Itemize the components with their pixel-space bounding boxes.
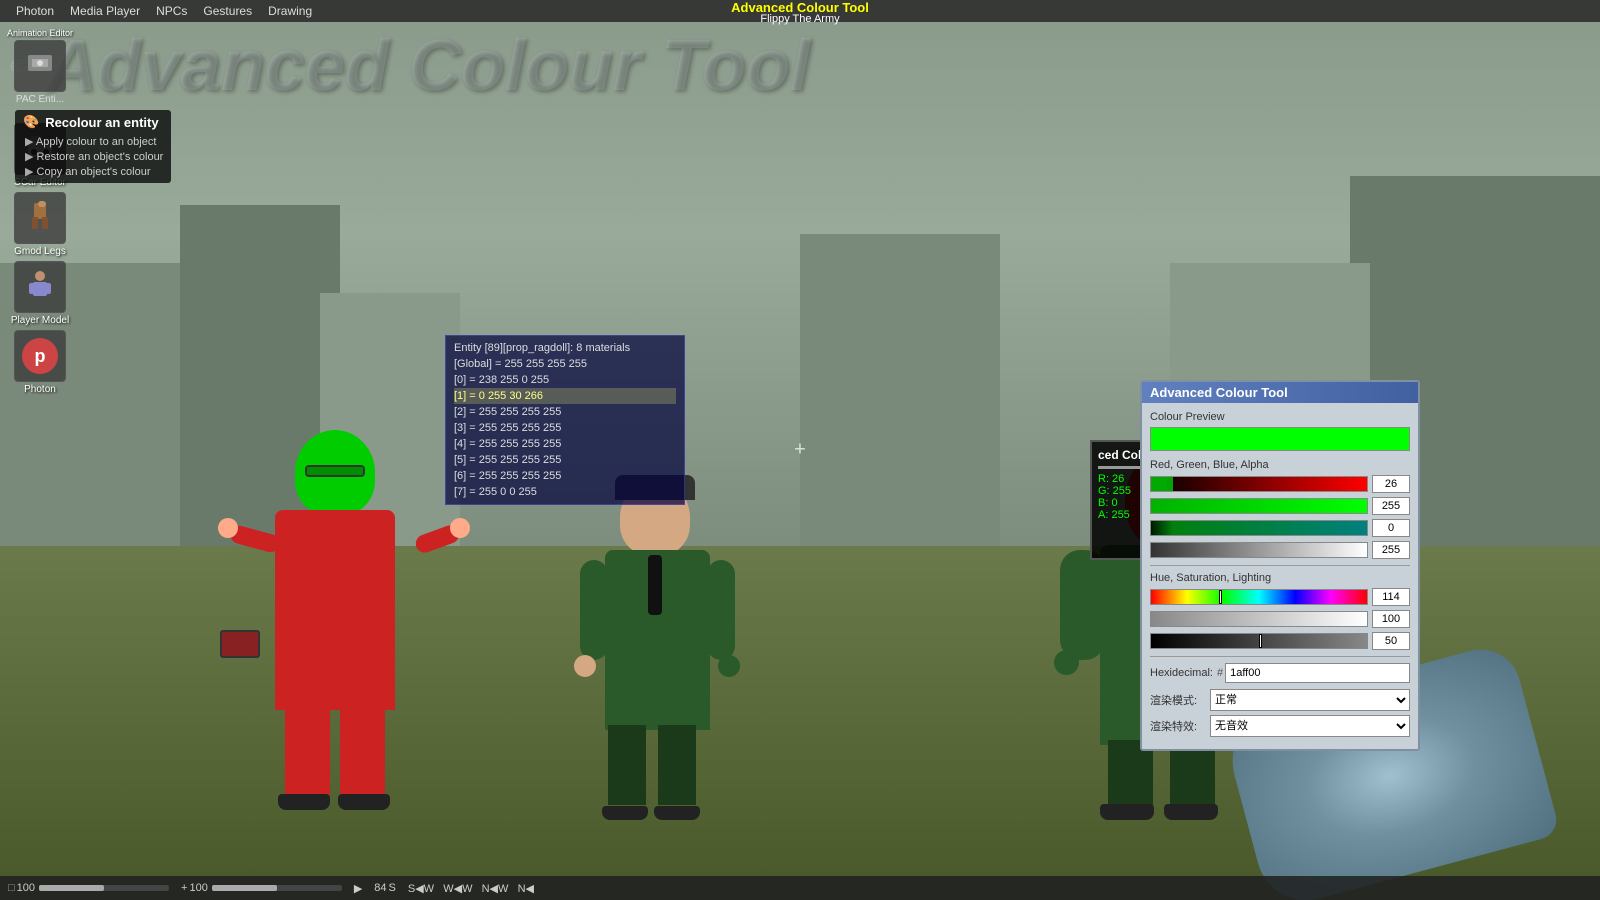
cp-alpha-input[interactable] [1372,541,1410,559]
animation-editor-btn[interactable] [14,40,66,92]
colour-panel: Advanced Colour Tool Colour Preview Red,… [1140,380,1420,751]
menu-drawing[interactable]: Drawing [260,4,320,18]
cp-colour-preview [1150,427,1410,451]
cp-blend-effect-label: 渲染特效: [1150,718,1210,734]
cp-lit-input[interactable] [1372,632,1410,650]
entity-row-3: [2] = 255 255 255 255 [454,404,676,420]
tooltip-menu: 🎨 Recolour an entity Apply colour to an … [15,110,171,183]
tooltip-copy[interactable]: Copy an object's colour [23,164,163,179]
cp-green-slider[interactable] [1150,498,1368,514]
character-red-left [270,430,430,810]
entity-info-box: Entity [89][prop_ragdoll]: 8 materials [… [445,335,685,505]
left-sidebar: Animation Editor PAC Enti... SCar Editor… [0,22,80,395]
tooltip-restore[interactable]: Restore an object's colour [23,149,163,164]
cp-sat-row [1150,610,1410,628]
status-nav: S◀W W◀W N◀W N◀ [408,882,534,895]
menu-gestures[interactable]: Gestures [195,4,260,18]
cp-green-row [1150,497,1410,515]
animation-editor-label: Animation Editor [7,28,73,38]
cp-hue-slider[interactable] [1150,589,1368,605]
menu-media-player[interactable]: Media Player [62,4,148,18]
colour-panel-title: Advanced Colour Tool [1142,382,1418,403]
photon-icon: p [22,338,58,374]
gmod-legs-icon [24,199,56,238]
status-fov-slider[interactable] [39,885,169,891]
tooltip-title: 🎨 Recolour an entity [23,114,163,130]
cp-hex-row: Hexidecimal: # [1150,663,1410,683]
gmod-legs-btn[interactable] [14,192,66,244]
cp-blue-input[interactable] [1372,519,1410,537]
pac-label: PAC Enti... [16,94,64,105]
animation-editor-icon [24,47,56,86]
cp-alpha-row [1150,541,1410,559]
cp-hue-row [1150,588,1410,606]
cp-hex-input[interactable] [1225,663,1410,683]
cp-alpha-slider[interactable] [1150,542,1368,558]
player-model-icon [24,268,56,307]
entity-row-0: Entity [89][prop_ragdoll]: 8 materials [454,340,676,356]
cp-preview-label: Colour Preview [1150,411,1410,423]
entity-row-global: [Global] = 255 255 255 255 [454,356,676,372]
entity-row-5: [4] = 255 255 255 255 [454,436,676,452]
cp-red-slider[interactable] [1150,476,1368,492]
cp-green-input[interactable] [1372,497,1410,515]
entity-row-2: [1] = 0 255 30 266 [454,388,676,404]
cp-blend-effect-row: 渲染特效: 无音效 [1150,715,1410,737]
cp-red-input[interactable] [1372,475,1410,493]
cp-hex-hash: # [1217,667,1223,679]
tooltip-apply[interactable]: Apply colour to an object [23,134,163,149]
menu-npcs[interactable]: NPCs [148,4,195,18]
entity-row-7: [6] = 255 255 255 255 [454,468,676,484]
title-center: Advanced Colour Tool Flippy The Army [731,0,869,25]
status-speed: + 100 [181,882,342,894]
cp-lit-slider[interactable] [1150,633,1368,649]
player-model-label: Player Model [11,315,69,326]
cp-hsl-label: Hue, Saturation, Lighting [1150,572,1410,584]
status-fps: 84 S [374,882,396,894]
colour-panel-body: Colour Preview Red, Green, Blue, Alpha [1142,403,1418,749]
cp-hue-input[interactable] [1372,588,1410,606]
photon-btn[interactable]: p [14,330,66,382]
cp-blue-row [1150,519,1410,537]
cp-red-row [1150,475,1410,493]
cp-blue-slider[interactable] [1150,520,1368,536]
status-bar: □ 100 + 100 ▶ 84 S S◀W W◀W N◀W N◀ [0,876,1600,900]
cp-blend-mode-label: 渲染模式: [1150,692,1210,708]
cp-sat-slider[interactable] [1150,611,1368,627]
entity-row-1: [0] = 238 255 0 255 [454,372,676,388]
entity-row-8: [7] = 255 0 0 255 [454,484,676,500]
player-model-btn[interactable] [14,261,66,313]
cp-sat-input[interactable] [1372,610,1410,628]
menu-bar: Photon Media Player NPCs Gestures Drawin… [0,0,1600,22]
entity-row-6: [5] = 255 255 255 255 [454,452,676,468]
status-arrow: ▶ [354,882,362,895]
photon-label: Photon [24,384,56,395]
cp-lit-row [1150,632,1410,650]
cp-blend-effect-select[interactable]: 无音效 [1210,715,1410,737]
cp-blend-mode-select[interactable]: 正常 [1210,689,1410,711]
menu-photon[interactable]: Photon [8,4,62,18]
cp-hex-label: Hexidecimal: [1150,667,1213,679]
status-fov: □ 100 [8,882,169,894]
character-green-center [600,480,720,820]
status-speed-slider[interactable] [212,885,342,891]
cp-rgba-label: Red, Green, Blue, Alpha [1150,459,1410,471]
gmod-legs-label: Gmod Legs [14,246,66,257]
entity-row-4: [3] = 255 255 255 255 [454,420,676,436]
cp-blend-mode-row: 渲染模式: 正常 [1150,689,1410,711]
